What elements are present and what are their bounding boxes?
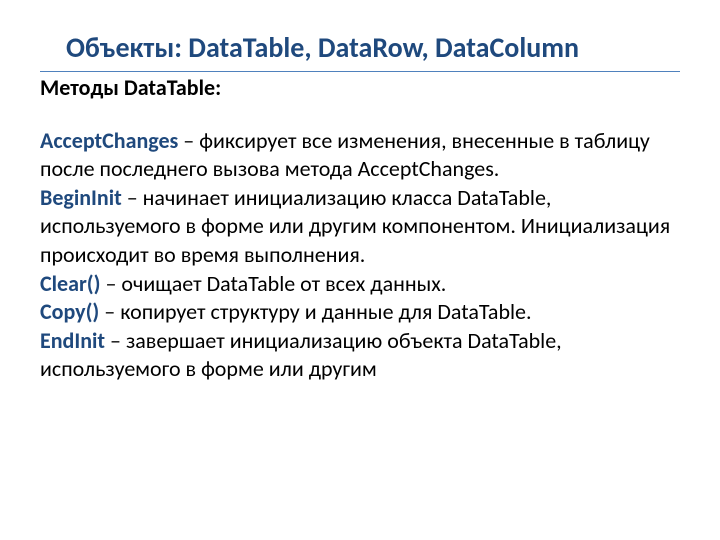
method-name: AcceptChanges	[40, 127, 178, 154]
method-item: AcceptChanges – фиксирует все изменения,…	[40, 127, 680, 184]
method-name: BeginInit	[40, 184, 122, 211]
method-name: EndInit	[40, 327, 105, 354]
method-name: Copy()	[40, 298, 99, 325]
method-item: Clear() – очищает DataTable от всех данн…	[40, 270, 680, 299]
subheading: Методы DataTable:	[40, 74, 680, 103]
method-desc: – копирует структуру и данные для DataTa…	[99, 298, 531, 325]
method-item: Copy() – копирует структуру и данные для…	[40, 298, 680, 327]
method-desc: – очищает DataTable от всех данных.	[101, 270, 447, 297]
method-name: Clear()	[40, 270, 101, 297]
title-block: Объекты: DataTable, DataRow, DataColumn	[40, 30, 680, 72]
method-item: EndInit – завершает инициализацию объект…	[40, 327, 680, 384]
slide: Объекты: DataTable, DataRow, DataColumn …	[0, 0, 720, 384]
body-block: Методы DataTable: AcceptChanges – фиксир…	[40, 74, 680, 384]
slide-title: Объекты: DataTable, DataRow, DataColumn	[66, 30, 654, 65]
method-desc: – завершает инициализацию объекта DataTa…	[40, 327, 562, 383]
method-item: BeginInit – начинает инициализацию класс…	[40, 184, 680, 270]
method-desc: – начинает инициализацию класса DataTabl…	[40, 184, 670, 268]
